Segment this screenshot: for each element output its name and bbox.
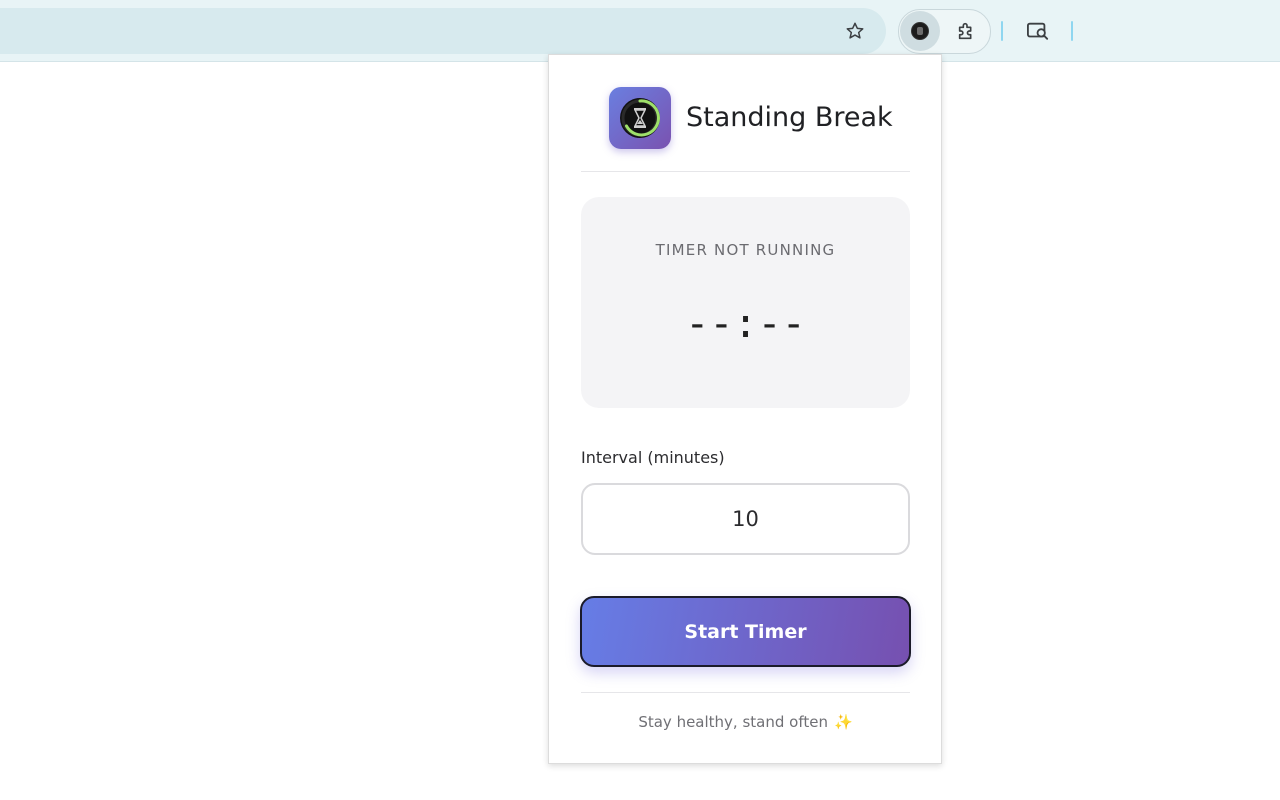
interval-label: Interval (minutes) xyxy=(581,448,725,467)
puzzle-icon xyxy=(958,22,972,40)
toolbar-separator xyxy=(1071,21,1073,41)
interval-input[interactable] xyxy=(581,483,910,555)
countdown-display: --:-- xyxy=(685,301,806,347)
timer-status-card: TIMER NOT RUNNING --:-- xyxy=(581,197,910,408)
hourglass-timer-icon xyxy=(620,98,660,138)
extensions-menu-button[interactable] xyxy=(950,14,984,48)
sparkle-icon: ✨ xyxy=(833,713,853,731)
toolbar-separator xyxy=(1001,21,1003,41)
lens-search-button[interactable] xyxy=(1021,14,1055,48)
popup-header: Standing Break xyxy=(581,55,910,172)
standing-break-extension-button[interactable] xyxy=(900,11,940,51)
extension-popup: Standing Break TIMER NOT RUNNING --:-- I… xyxy=(548,54,942,764)
timer-status-label: TIMER NOT RUNNING xyxy=(655,241,836,259)
app-logo xyxy=(609,87,671,149)
popup-footer: Stay healthy, stand often ✨ xyxy=(581,692,910,753)
footer-message: Stay healthy, stand often ✨ xyxy=(581,713,910,731)
browser-toolbar xyxy=(0,0,1280,62)
footer-text: Stay healthy, stand often xyxy=(638,713,828,731)
lens-search-icon xyxy=(1026,22,1049,40)
bookmark-star-button[interactable] xyxy=(838,14,872,48)
address-bar[interactable] xyxy=(0,8,886,54)
star-icon xyxy=(846,22,864,39)
standing-break-extension-icon xyxy=(911,22,929,40)
start-timer-button[interactable]: Start Timer xyxy=(580,596,911,667)
app-title: Standing Break xyxy=(686,102,893,133)
